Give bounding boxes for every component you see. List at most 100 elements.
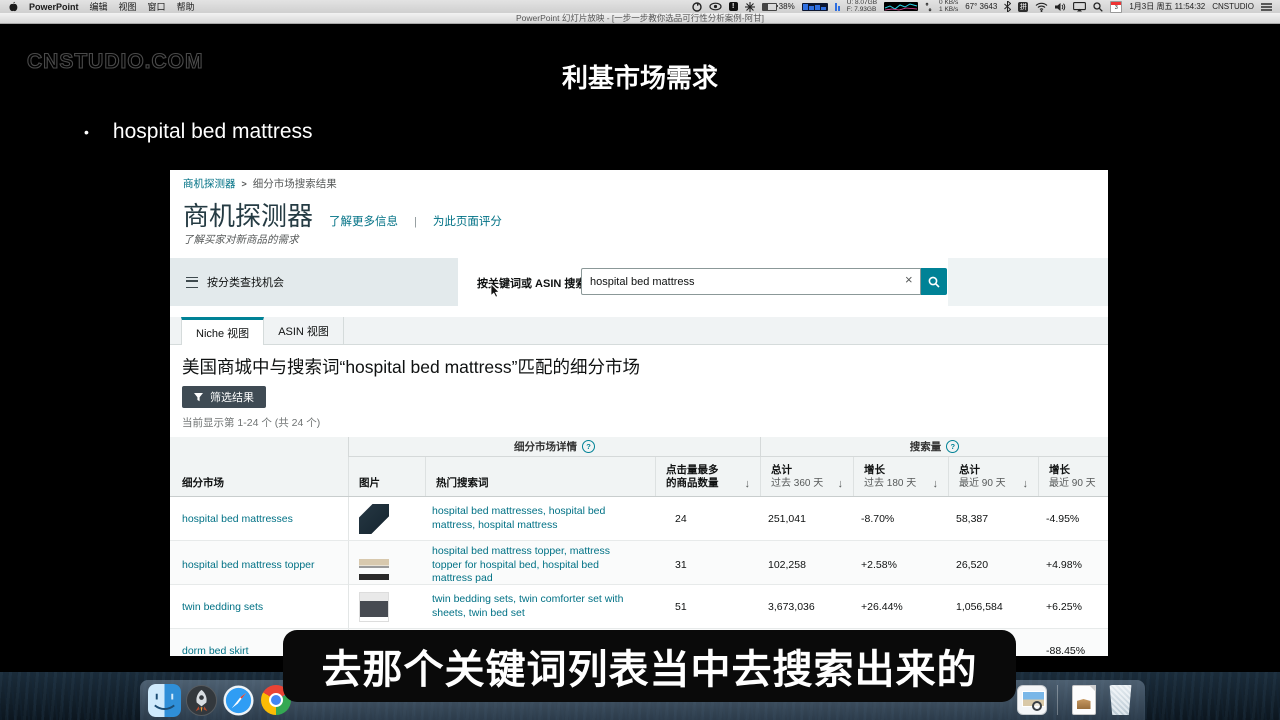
showing-count: 当前显示第 1-24 个 (共 24 个) [182, 415, 320, 430]
window-title-bar[interactable]: PowerPoint 幻灯片放映 - [一步一步教你选品可行性分析案例-阿甘] [0, 13, 1280, 24]
search-volume-total-90: 26,520 [948, 541, 1038, 590]
search-volume-growth-90: -4.95% [1038, 497, 1108, 540]
niche-link[interactable]: hospital bed mattresses [182, 513, 293, 525]
window-title: PowerPoint 幻灯片放映 - [一步一步教你选品可行性分析案例-阿甘] [516, 12, 764, 24]
tab-asin[interactable]: ASIN 视图 [264, 317, 344, 344]
col-terms: 热门搜索词 [425, 457, 655, 496]
col-total-360-sort[interactable]: 总计过去 360 天 ↓ [760, 457, 853, 496]
launchpad-dock-icon[interactable] [185, 684, 218, 717]
search-button[interactable] [921, 268, 947, 295]
battery-percent: 38% [779, 2, 795, 11]
col-products-sort[interactable]: 点击量最多的商品数量 ↓ [655, 457, 760, 496]
learn-more-link[interactable]: 了解更多信息 [329, 213, 398, 229]
input-method-icon[interactable]: 拼 [1018, 2, 1028, 12]
temp-fan-readout[interactable]: 67° 3643 [965, 2, 997, 11]
screen: PowerPoint 编辑视图窗口帮助 ! 38% U: 8.07GB F: 7.… [0, 0, 1280, 720]
menu-bar-clock[interactable]: 1月3日 周五 11:54:32 [1129, 1, 1205, 12]
calendar-icon[interactable]: 3 [1110, 1, 1122, 13]
battery-indicator[interactable]: 38% [762, 2, 795, 11]
table-row: hospital bed mattresses hospital bed mat… [170, 497, 1108, 541]
table-row: hospital bed mattress topper hospital be… [170, 541, 1108, 585]
alert-icon[interactable]: ! [729, 2, 738, 11]
clicked-products-count: 24 [655, 497, 760, 540]
wifi-icon[interactable] [1035, 2, 1048, 12]
preview-dock-icon[interactable] [1015, 684, 1048, 717]
page-title-row: 商机探测器 了解更多信息 | 为此页面评分 [183, 196, 502, 233]
clear-search-icon[interactable]: × [905, 272, 913, 287]
list-menu-icon[interactable] [1261, 3, 1272, 11]
airplay-display-icon[interactable] [1073, 2, 1086, 12]
slide-title: 利基市场需求 [0, 58, 1280, 95]
tab-label: ASIN 视图 [278, 323, 329, 339]
bluetooth-icon[interactable] [1004, 1, 1011, 12]
search-volume-growth-90: +4.98% [1038, 541, 1108, 590]
cpu-meter-icon[interactable] [802, 3, 828, 11]
info-icon[interactable]: ? [582, 440, 595, 453]
network-readout[interactable]: 0 KB/s 1 KB/s [939, 0, 958, 13]
info-icon[interactable]: ? [946, 440, 959, 453]
spotlight-search-icon[interactable] [1093, 2, 1103, 12]
group-empty [170, 437, 348, 457]
menu-app-name[interactable]: PowerPoint [29, 2, 79, 12]
search-volume-growth-180: -8.70% [853, 497, 948, 540]
clicked-products-count: 31 [655, 541, 760, 590]
search-volume-total-360: 3,673,036 [760, 585, 853, 628]
apple-icon[interactable] [8, 1, 18, 12]
col-image: 图片 [348, 457, 425, 496]
browse-categories-button[interactable]: 按分类查找机会 [170, 258, 458, 306]
trash-icon [1108, 685, 1134, 715]
installer-doc-dock-icon[interactable] [1067, 684, 1100, 717]
eye-icon[interactable] [709, 2, 722, 11]
hamburger-icon [186, 277, 198, 288]
top-search-terms: hospital bed mattresses, hospital bed ma… [425, 497, 655, 540]
tab-niche[interactable]: Niche 视图 [181, 317, 264, 345]
keyword-search-input[interactable] [581, 268, 921, 295]
activity-graph-icon[interactable] [884, 2, 918, 11]
sort-icon[interactable]: ↓ [933, 478, 939, 490]
mouse-cursor [490, 283, 501, 298]
bullet-glyph: • [84, 124, 89, 140]
dock-separator [1057, 685, 1058, 715]
trash-dock-icon[interactable] [1104, 684, 1137, 717]
volume-icon[interactable] [1055, 2, 1066, 12]
group-search-volume: 搜索量 ? [760, 437, 1108, 457]
search-volume-growth-90: -88.45% [1038, 629, 1108, 656]
safari-dock-icon[interactable] [222, 684, 255, 717]
group-niche-details: 细分市场详情 ? [348, 437, 760, 457]
filter-button-label: 筛选结果 [210, 389, 254, 405]
memory-readout[interactable]: U: 8.07GB F: 7.93GB [847, 0, 877, 13]
tab-label: Niche 视图 [196, 325, 249, 341]
account-name[interactable]: CNSTUDIO [1212, 2, 1254, 11]
menu-item-2[interactable]: 视图 [119, 0, 137, 13]
preview-icon [1017, 685, 1047, 715]
top-search-terms: twin bedding sets, twin comforter set wi… [425, 585, 655, 628]
breadcrumb-current: 细分市场搜索结果 [253, 176, 337, 191]
network-arrows-icon [925, 2, 932, 12]
niche-link[interactable]: dorm bed skirt [182, 645, 249, 657]
niche-link[interactable]: hospital bed mattress topper [182, 559, 315, 571]
sort-icon[interactable]: ↓ [745, 478, 751, 490]
col-total-90-sort[interactable]: 总计最近 90 天 ↓ [948, 457, 1038, 496]
search-volume-growth-90: +6.25% [1038, 585, 1108, 628]
status-icon-group: ! 38% U: 8.07GB F: 7.93GB 0 KB/s 1 KB/s … [692, 0, 1272, 13]
rate-page-link[interactable]: 为此页面评分 [433, 213, 502, 229]
menu-item-1[interactable]: 编辑 [90, 0, 108, 13]
brightness-icon[interactable] [745, 2, 755, 12]
col-growth-180-sort[interactable]: 增长过去 180 天 ↓ [853, 457, 948, 496]
menu-item-4[interactable]: 帮助 [177, 0, 195, 13]
table-group-header: 细分市场详情 ? 搜索量 ? [170, 437, 1108, 457]
breadcrumb-root-link[interactable]: 商机探测器 [183, 176, 236, 191]
clicked-products-count: 51 [655, 585, 760, 628]
sort-icon[interactable]: ↓ [838, 478, 844, 490]
sync-icon[interactable] [692, 2, 702, 12]
menu-item-3[interactable]: 窗口 [148, 0, 166, 13]
page-tagline: 了解买家对新商品的需求 [183, 232, 299, 247]
funnel-icon [194, 393, 203, 402]
col-niche: 细分市场 [170, 457, 348, 496]
filter-results-button[interactable]: 筛选结果 [182, 386, 266, 408]
niche-link[interactable]: twin bedding sets [182, 601, 263, 613]
sort-icon[interactable]: ↓ [1023, 478, 1029, 490]
finder-dock-icon[interactable] [148, 684, 181, 717]
breadcrumb-separator: > [242, 179, 247, 189]
search-volume-total-90: 1,056,584 [948, 585, 1038, 628]
